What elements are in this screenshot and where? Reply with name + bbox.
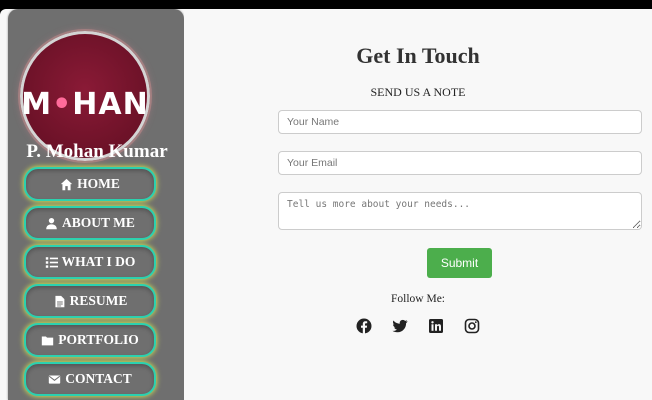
twitter-link[interactable] <box>392 318 408 334</box>
folder-icon <box>42 335 54 345</box>
twitter-icon <box>392 319 408 333</box>
envelope-icon <box>49 374 61 384</box>
nav-what-i-do-label: WHAT I DO <box>61 254 136 269</box>
logo-letter-m: M <box>21 87 53 122</box>
follow-label: Follow Me: <box>391 293 445 305</box>
submit-button[interactable]: Submit <box>427 248 492 278</box>
facebook-icon <box>356 318 372 334</box>
list-icon <box>45 256 58 268</box>
email-input[interactable] <box>278 151 642 175</box>
nav-portfolio[interactable]: PORTFOLIO <box>24 323 156 357</box>
nav-about-me[interactable]: ABOUT ME <box>24 206 156 240</box>
instagram-link[interactable] <box>464 318 480 334</box>
linkedin-link[interactable] <box>428 318 444 334</box>
nav-home[interactable]: HOME <box>24 167 156 201</box>
profile-name: P. Mohan Kumar <box>26 141 168 162</box>
page-subtitle: SEND US A NOTE <box>370 85 466 99</box>
social-links <box>184 318 652 334</box>
nav-portfolio-label: PORTFOLIO <box>58 332 139 347</box>
facebook-link[interactable] <box>356 318 372 334</box>
nav-contact-label: CONTACT <box>65 371 132 386</box>
nav-what-i-do[interactable]: WHAT I DO <box>24 245 156 279</box>
linkedin-icon <box>429 319 443 333</box>
home-icon <box>60 178 73 190</box>
user-icon <box>46 217 57 229</box>
message-textarea[interactable] <box>278 192 642 230</box>
nav-contact[interactable]: CONTACT <box>24 362 156 396</box>
contact-section: Get In Touch SEND US A NOTE Submit Follo… <box>184 9 652 400</box>
nav-resume-label: RESUME <box>69 293 128 308</box>
logo-text: M•HAN <box>20 87 150 122</box>
logo-dot: • <box>52 87 73 122</box>
page-title: Get In Touch <box>356 43 480 68</box>
nav-resume[interactable]: RESUME <box>24 284 156 318</box>
instagram-icon <box>464 318 480 334</box>
sidebar: M•HAN P. Mohan Kumar HOME ABOUT ME WHAT … <box>8 9 184 400</box>
nav-about-me-label: ABOUT ME <box>62 215 135 230</box>
file-icon <box>55 295 64 307</box>
nav-home-label: HOME <box>77 176 120 191</box>
page-frame: M•HAN P. Mohan Kumar HOME ABOUT ME WHAT … <box>0 9 652 400</box>
name-input[interactable] <box>278 110 642 134</box>
logo-letters-han: HAN <box>72 87 149 122</box>
